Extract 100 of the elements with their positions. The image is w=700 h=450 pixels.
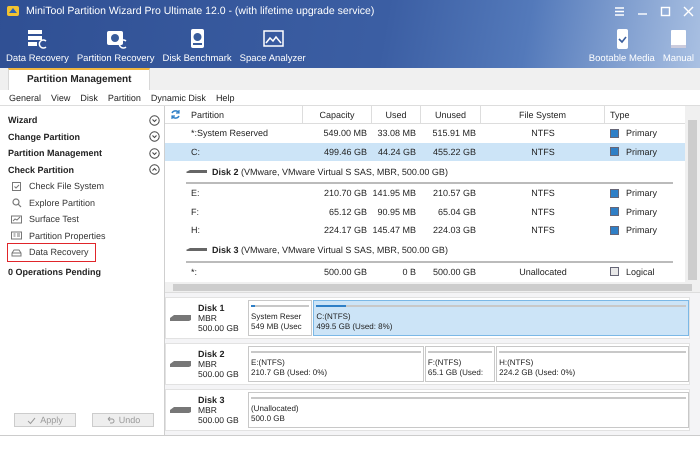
partition-row[interactable]: C: 499.46 GB 44.24 GB 455.22 GB NTFS Primary: [165, 142, 685, 161]
table-cell: Primary: [626, 225, 657, 236]
sidebar-item[interactable]: Surface Test: [8, 211, 85, 228]
section-header[interactable]: Check Partition: [8, 164, 74, 175]
table-cell: 499.46 GB: [324, 146, 367, 157]
section-header[interactable]: Partition Management: [8, 148, 102, 158]
disk-scheme: MBR: [198, 313, 218, 323]
table-cell: *:System Reserved: [191, 128, 268, 138]
chart-icon: [11, 214, 22, 225]
disk-size: 500.00 GB: [198, 323, 239, 333]
sidebar-item[interactable]: Partition Properties: [8, 228, 112, 244]
check-icon: [27, 416, 36, 424]
menu-icon[interactable]: [614, 6, 625, 16]
toolbar-button[interactable]: Data Recovery: [2, 22, 73, 68]
table-cell: Primary: [626, 146, 657, 157]
partition-label: F:(NTFS): [428, 358, 462, 368]
table-cell: Primary: [626, 128, 657, 138]
table-cell: 455.22 GB: [432, 146, 476, 157]
partition-size: 549 MB (Usec: [251, 322, 303, 332]
expand-icon[interactable]: [149, 148, 160, 159]
table-cell: Primary: [626, 188, 657, 198]
partition-size: 210.7 GB (Used: 0%): [251, 368, 328, 378]
disk-label: Disk 2 (VMware, VMware Virtual S SAS, MBR, 500.00 GB): [212, 166, 448, 176]
disk-name: Disk 1: [198, 303, 226, 313]
window-title: MiniTool Partition Wizard Pro Ultimate 12.0 - (with lifetime upgrade service): [26, 5, 376, 17]
table-cell: 65.04 GB: [438, 206, 476, 217]
pending-count: 0 Operations Pending: [8, 266, 102, 276]
table-cell: 210.70 GB: [324, 188, 367, 198]
panel-icon: [11, 230, 22, 242]
expand-icon[interactable]: [149, 131, 160, 142]
collapse-icon[interactable]: [149, 164, 160, 176]
partition-block[interactable]: F:(NTFS) 65.1 GB (Used:: [424, 346, 496, 382]
disk-drive-icon: [186, 247, 208, 253]
refresh-icon[interactable]: [170, 109, 181, 120]
sidebar-item[interactable]: Explore Partition: [8, 194, 102, 211]
partition-size: 499.5 GB (Used: 8%): [316, 322, 394, 332]
app-logo-icon: [6, 4, 20, 18]
tab[interactable]: Partition Management: [8, 68, 150, 90]
menu-item[interactable]: Dynamic Disk: [146, 92, 211, 102]
disk-size: 500.00 GB: [198, 369, 239, 379]
partition-block[interactable]: H:(NTFS) 224.2 GB (Used: 0%): [496, 346, 689, 382]
table-cell: 210.57 GB: [432, 188, 476, 198]
menu-item[interactable]: General: [4, 92, 46, 102]
vertical-scrollbar[interactable]: [685, 106, 700, 282]
table-cell: 549.00 MB: [323, 128, 367, 138]
table-cell: 90.95 MB: [377, 206, 416, 217]
sidebar-item[interactable]: Check File System: [8, 178, 110, 194]
table-cell: NTFS: [531, 146, 555, 157]
partition-label: H:(NTFS): [499, 358, 534, 368]
section-header[interactable]: Wizard: [8, 115, 38, 126]
partition-size: 500.0 GB: [251, 414, 286, 424]
toolbar-button[interactable]: Partition Recovery: [72, 22, 158, 68]
search-icon: [11, 197, 22, 208]
partition-row[interactable]: E: 210.70 GB 141.95 MB 210.57 GB NTFS Primary: [165, 184, 685, 202]
sidebar-item[interactable]: Data Recovery: [8, 244, 95, 260]
table-cell: NTFS: [531, 188, 555, 198]
partition-row[interactable]: F: 65.12 GB 90.95 MB 65.04 GB NTFS Primary: [165, 202, 685, 221]
menu-item[interactable]: Disk: [75, 92, 103, 102]
toolbar-button[interactable]: Disk Benchmark: [158, 22, 236, 68]
partition-row[interactable]: *: 500.00 GB 0 B 500.00 GB Unallocated Logical: [165, 262, 685, 281]
table-cell: 33.08 MB: [377, 128, 416, 138]
disk-size: 500.00 GB: [198, 415, 239, 425]
disk-scheme: MBR: [198, 359, 218, 369]
table-cell: 65.12 GB: [328, 206, 367, 217]
table-cell: F:: [191, 206, 199, 217]
table-cell: C:: [191, 146, 200, 157]
table-cell: 515.91 MB: [432, 128, 476, 138]
close-icon[interactable]: [683, 6, 694, 16]
menu-item[interactable]: Partition: [102, 92, 146, 102]
table-cell: 145.47 MB: [372, 225, 416, 236]
hard-drive-icon: [170, 314, 192, 322]
column-header[interactable]: File System: [518, 110, 566, 120]
horizontal-scrollbar[interactable]: [165, 282, 700, 292]
partition-block[interactable]: (Unallocated) 500.0 GB: [248, 392, 689, 428]
column-header[interactable]: Capacity: [319, 110, 354, 120]
file-check-icon: [11, 180, 22, 192]
section-header[interactable]: Change Partition: [8, 132, 80, 142]
partition-block[interactable]: C:(NTFS) 499.5 GB (Used: 8%): [313, 300, 689, 336]
column-header[interactable]: Type: [610, 110, 630, 120]
disk-name: Disk 2: [198, 349, 226, 359]
column-header[interactable]: Used: [385, 110, 406, 120]
hard-drive-icon: [170, 406, 192, 414]
disk-scheme: MBR: [198, 405, 218, 415]
column-header[interactable]: Partition: [191, 110, 224, 120]
maximize-icon[interactable]: [660, 6, 671, 16]
partition-block[interactable]: E:(NTFS) 210.7 GB (Used: 0%): [248, 346, 424, 382]
partition-label: System Reser: [251, 312, 302, 322]
menu-item[interactable]: View: [46, 92, 76, 102]
partition-block[interactable]: System Reser 549 MB (Usec: [248, 300, 312, 336]
table-cell: *:: [191, 266, 198, 277]
table-cell: Unallocated: [519, 266, 567, 277]
partition-row[interactable]: *:System Reserved 549.00 MB 33.08 MB 515.91 MB NTFS Primary: [165, 124, 685, 142]
partition-size: 224.2 GB (Used: 0%): [499, 368, 576, 378]
toolbar-button[interactable]: Space Analyzer: [236, 22, 310, 68]
partition-row[interactable]: H: 224.17 GB 145.47 MB 224.03 GB NTFS Primary: [165, 221, 685, 240]
expand-icon[interactable]: [149, 114, 160, 126]
table-cell: 224.17 GB: [324, 225, 367, 236]
column-header[interactable]: Unused: [434, 110, 466, 120]
menu-item[interactable]: Help: [210, 92, 240, 102]
table-cell: E:: [191, 188, 200, 198]
